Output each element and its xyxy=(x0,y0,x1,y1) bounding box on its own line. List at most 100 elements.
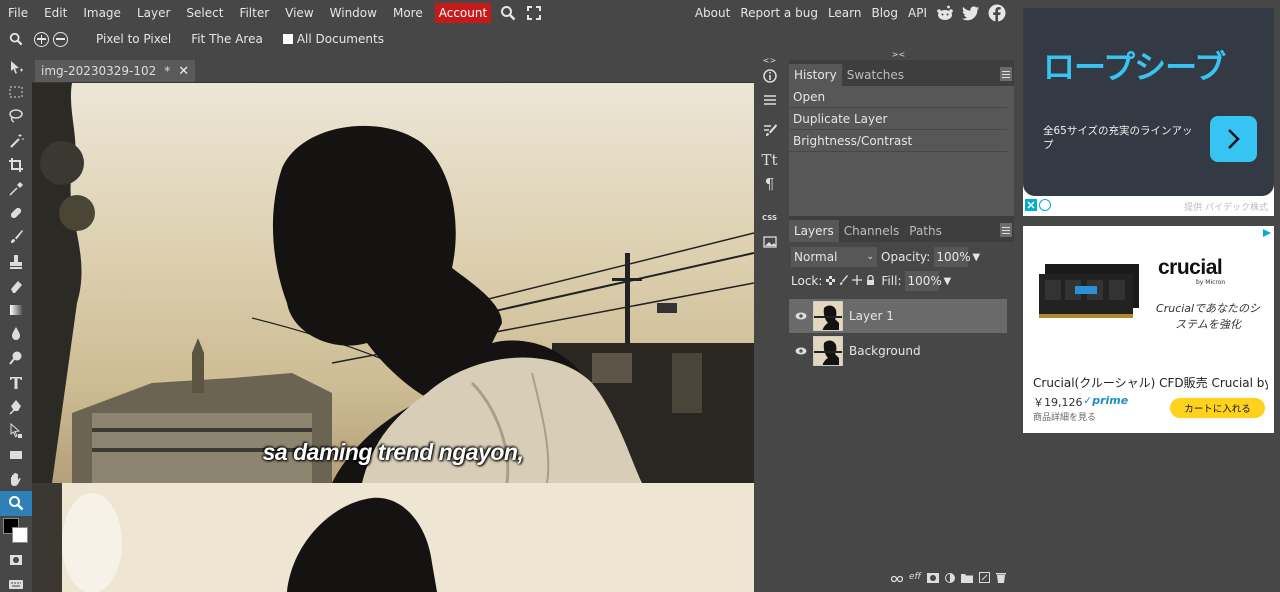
ad-banner-rope[interactable]: ロープシーブ 全65サイズの充実のラインアップ 提供 パイデック株式 xyxy=(1023,8,1274,216)
adjustments-icon[interactable] xyxy=(754,88,785,112)
dodge-tool-icon[interactable] xyxy=(0,346,32,370)
all-documents-toggle[interactable]: All Documents xyxy=(273,32,394,46)
paragraph-icon[interactable]: ¶ xyxy=(754,172,785,196)
fullscreen-icon[interactable] xyxy=(521,0,547,26)
move-tool-icon[interactable] xyxy=(0,56,32,80)
fill-input[interactable]: 100% xyxy=(905,271,942,291)
marquee-tool-icon[interactable] xyxy=(0,80,32,104)
healing-tool-icon[interactable] xyxy=(0,201,32,225)
pixel-to-pixel-button[interactable]: Pixel to Pixel xyxy=(86,32,181,46)
tab-paths[interactable]: Paths xyxy=(904,220,947,242)
ad-close-icon[interactable] xyxy=(1025,199,1037,211)
layer-row-layer-1[interactable]: Layer 1 xyxy=(789,299,1007,333)
magic-wand-tool-icon[interactable] xyxy=(0,129,32,153)
menu-view[interactable]: View xyxy=(277,0,321,26)
close-icon[interactable]: ✕ xyxy=(178,64,189,79)
document-tab[interactable]: img-20230329-102 * ✕ xyxy=(35,60,196,82)
link-api[interactable]: API xyxy=(903,0,932,26)
lock-transparency-icon[interactable] xyxy=(826,274,836,288)
tab-channels[interactable]: Channels xyxy=(839,220,905,242)
search-icon[interactable] xyxy=(495,0,521,26)
layer-effects-button[interactable]: eff xyxy=(909,572,921,586)
layer-mask-icon[interactable] xyxy=(927,572,939,586)
zoom-out-icon[interactable] xyxy=(53,31,68,47)
eye-icon[interactable] xyxy=(795,344,807,358)
menu-select[interactable]: Select xyxy=(178,0,231,26)
layer-row-background[interactable]: Background xyxy=(789,334,1007,368)
text-tool-icon[interactable] xyxy=(0,370,32,394)
hand-tool-icon[interactable] xyxy=(0,467,32,491)
link-layers-icon[interactable] xyxy=(890,572,904,586)
brush-settings-icon[interactable] xyxy=(754,118,785,142)
character-icon[interactable]: Tt xyxy=(754,148,785,172)
lasso-tool-icon[interactable] xyxy=(0,104,32,128)
color-swatches[interactable] xyxy=(0,516,32,548)
menu-filter[interactable]: Filter xyxy=(231,0,277,26)
tab-history[interactable]: History xyxy=(789,64,842,86)
blur-tool-icon[interactable] xyxy=(0,322,32,346)
new-group-icon[interactable] xyxy=(961,572,973,586)
product-name[interactable]: Crucial(クルーシャル) CFD販売 Crucial by Micron xyxy=(1033,374,1268,391)
menu-image[interactable]: Image xyxy=(75,0,129,26)
ad-banner-crucial[interactable]: crucial by Micron Crucialであなたのシステムを強化 Cr… xyxy=(1023,226,1274,433)
panel-collapse-icon[interactable]: >< xyxy=(883,50,914,59)
menu-window[interactable]: Window xyxy=(322,0,385,26)
history-item[interactable]: Open xyxy=(789,86,1007,108)
collapse-arrows-icon[interactable]: <> xyxy=(754,56,785,65)
link-report-bug[interactable]: Report a bug xyxy=(735,0,823,26)
link-learn[interactable]: Learn xyxy=(823,0,867,26)
adjustment-layer-icon[interactable] xyxy=(945,572,955,586)
lock-paint-icon[interactable] xyxy=(839,274,849,288)
css-icon[interactable]: CSS xyxy=(754,206,785,230)
menu-file[interactable]: File xyxy=(0,0,36,26)
facebook-icon[interactable] xyxy=(984,0,1010,26)
history-item[interactable]: Brightness/Contrast xyxy=(789,130,1007,152)
crop-tool-icon[interactable] xyxy=(0,153,32,177)
product-detail-link[interactable]: 商品詳細を見る xyxy=(1033,410,1096,423)
lock-move-icon[interactable] xyxy=(852,274,863,288)
ad-info-icon[interactable] xyxy=(1039,199,1051,211)
lock-all-icon[interactable] xyxy=(866,274,875,288)
background-color[interactable] xyxy=(12,526,28,543)
tab-layers[interactable]: Layers xyxy=(789,220,839,242)
menu-more[interactable]: More xyxy=(385,0,431,26)
ad-choices-icon[interactable] xyxy=(1262,228,1272,238)
quick-mask-icon[interactable] xyxy=(0,548,32,572)
eyedropper-tool-icon[interactable] xyxy=(0,177,32,201)
fit-area-button[interactable]: Fit The Area xyxy=(181,32,273,46)
info-icon[interactable] xyxy=(754,64,785,88)
fill-dropdown-icon[interactable]: ▼ xyxy=(943,276,951,287)
link-about[interactable]: About xyxy=(690,0,735,26)
gradient-tool-icon[interactable] xyxy=(0,298,32,322)
ad-card[interactable]: ロープシーブ 全65サイズの充実のラインアップ xyxy=(1023,8,1274,196)
image-canvas[interactable]: sa daming trend ngayon, xyxy=(32,83,754,592)
zoom-tool-button[interactable] xyxy=(0,491,32,516)
menu-edit[interactable]: Edit xyxy=(36,0,75,26)
twitter-icon[interactable] xyxy=(958,0,984,26)
history-panel-menu-icon[interactable] xyxy=(1000,67,1012,81)
opacity-input[interactable]: 100% xyxy=(934,247,971,267)
layers-panel-menu-icon[interactable] xyxy=(1000,223,1012,237)
history-item[interactable]: Duplicate Layer xyxy=(789,108,1007,130)
link-blog[interactable]: Blog xyxy=(866,0,903,26)
delete-layer-icon[interactable] xyxy=(996,572,1006,586)
ad-next-button[interactable] xyxy=(1210,116,1257,162)
brush-tool-icon[interactable] xyxy=(0,225,32,249)
blend-mode-select[interactable]: Normal ⌄ xyxy=(791,247,877,267)
add-to-cart-button[interactable]: カートに入れる xyxy=(1170,398,1265,418)
opacity-dropdown-icon[interactable]: ▼ xyxy=(972,252,980,263)
reddit-icon[interactable] xyxy=(932,0,958,26)
tab-swatches[interactable]: Swatches xyxy=(842,64,909,86)
keyboard-icon[interactable] xyxy=(0,572,32,592)
menu-layer[interactable]: Layer xyxy=(129,0,178,26)
pen-tool-icon[interactable] xyxy=(0,395,32,419)
new-layer-icon[interactable] xyxy=(979,572,990,586)
path-select-tool-icon[interactable] xyxy=(0,419,32,443)
clone-stamp-tool-icon[interactable] xyxy=(0,250,32,274)
image-panel-icon[interactable] xyxy=(754,230,785,254)
shape-tool-icon[interactable] xyxy=(0,443,32,467)
eye-icon[interactable] xyxy=(795,309,807,323)
all-documents-checkbox[interactable] xyxy=(282,34,293,44)
zoom-in-icon[interactable] xyxy=(34,31,49,47)
eraser-tool-icon[interactable] xyxy=(0,274,32,298)
